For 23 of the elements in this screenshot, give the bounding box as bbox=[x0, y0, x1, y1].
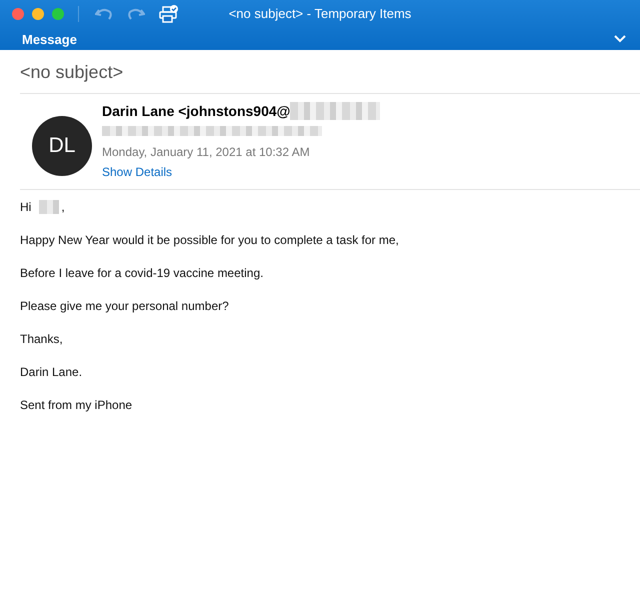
body-paragraph: Darin Lane. bbox=[20, 365, 82, 379]
message-subject: <no subject> bbox=[19, 61, 124, 84]
body-paragraph: Thanks, bbox=[20, 332, 63, 346]
body-paragraph: Happy New Year would it be possible for you to complete a task for me, bbox=[20, 233, 399, 247]
redaction-mark bbox=[39, 200, 60, 214]
window-title: <no subject> - Temporary Items bbox=[228, 6, 412, 21]
print-icon[interactable] bbox=[159, 5, 179, 23]
chevron-down-icon[interactable] bbox=[614, 35, 626, 43]
redo-icon[interactable] bbox=[127, 7, 145, 21]
body-paragraph: Please give me your personal number? bbox=[20, 299, 229, 313]
greeting-text: Hi bbox=[20, 200, 32, 214]
message-tab[interactable]: Message bbox=[22, 32, 77, 46]
close-button[interactable] bbox=[12, 8, 24, 20]
comma-text: , bbox=[61, 200, 65, 214]
show-details-link[interactable]: Show Details bbox=[102, 165, 172, 179]
sender-name: Darin Lane <johnstons904@ bbox=[102, 103, 290, 119]
minimize-button[interactable] bbox=[32, 8, 44, 20]
body-paragraph: Sent from my iPhone bbox=[20, 398, 132, 412]
sender-avatar: DL bbox=[32, 116, 92, 176]
undo-icon[interactable] bbox=[95, 7, 113, 21]
message-date: Monday, January 11, 2021 at 10:32 AM bbox=[102, 145, 311, 159]
maximize-button[interactable] bbox=[52, 8, 64, 20]
body-paragraph: Before I leave for a covid-19 vaccine meeting. bbox=[20, 266, 264, 280]
